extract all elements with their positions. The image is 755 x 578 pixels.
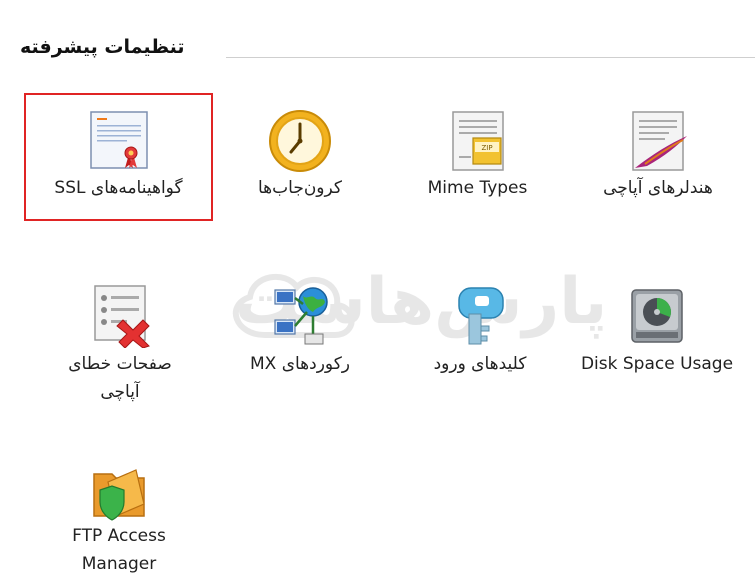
key-icon bbox=[447, 282, 513, 348]
certificate-icon bbox=[87, 108, 151, 172]
error-pages-label-line2: آپاچی bbox=[100, 382, 140, 402]
mx-records-item[interactable]: رکوردهای MX bbox=[230, 280, 370, 380]
ssl-certificates-item[interactable]: گواهینامه‌های SSL bbox=[24, 100, 213, 216]
apache-handlers-item[interactable]: هندلرهای آپاچی bbox=[578, 100, 738, 216]
access-keys-item[interactable]: کلیدهای ورود bbox=[410, 280, 550, 380]
ftp-access-manager-label-line1: FTP Access bbox=[72, 526, 166, 546]
mime-types-label: Mime Types bbox=[427, 178, 528, 198]
error-pages-label-line1: صفحات خطای bbox=[68, 354, 172, 374]
ftp-access-manager-label-line2: Manager bbox=[81, 554, 157, 574]
error-pages-item[interactable]: صفحات خطای آپاچی bbox=[40, 280, 200, 410]
apache-feather-icon bbox=[625, 108, 691, 174]
apache-handlers-label: هندلرهای آپاچی bbox=[603, 178, 713, 198]
mx-records-label: رکوردهای MX bbox=[249, 354, 351, 374]
ftp-access-manager-item[interactable]: FTP Access Manager bbox=[45, 460, 193, 578]
disk-space-usage-item[interactable]: Disk Space Usage bbox=[568, 280, 746, 380]
disk-usage-icon bbox=[624, 282, 690, 348]
ssl-certificates-label: گواهینامه‌های SSL bbox=[54, 178, 183, 198]
access-keys-label: کلیدهای ورود bbox=[433, 354, 527, 374]
folder-shield-icon bbox=[86, 460, 152, 526]
zip-file-icon: ZIP bbox=[445, 108, 511, 174]
network-globe-icon bbox=[267, 282, 333, 348]
clock-icon bbox=[267, 108, 333, 174]
section-header: تنظیمات پیشرفته bbox=[0, 28, 755, 68]
cron-jobs-item[interactable]: کرون‌جاب‌ها bbox=[235, 100, 365, 216]
error-page-icon bbox=[87, 282, 153, 349]
cron-jobs-label: کرون‌جاب‌ها bbox=[257, 178, 342, 198]
svg-text:ZIP: ZIP bbox=[481, 144, 492, 152]
section-divider bbox=[226, 57, 755, 58]
disk-space-usage-label: Disk Space Usage bbox=[580, 354, 734, 374]
mime-types-item[interactable]: ZIP Mime Types bbox=[410, 100, 545, 216]
section-title: تنظیمات پیشرفته bbox=[20, 36, 185, 58]
